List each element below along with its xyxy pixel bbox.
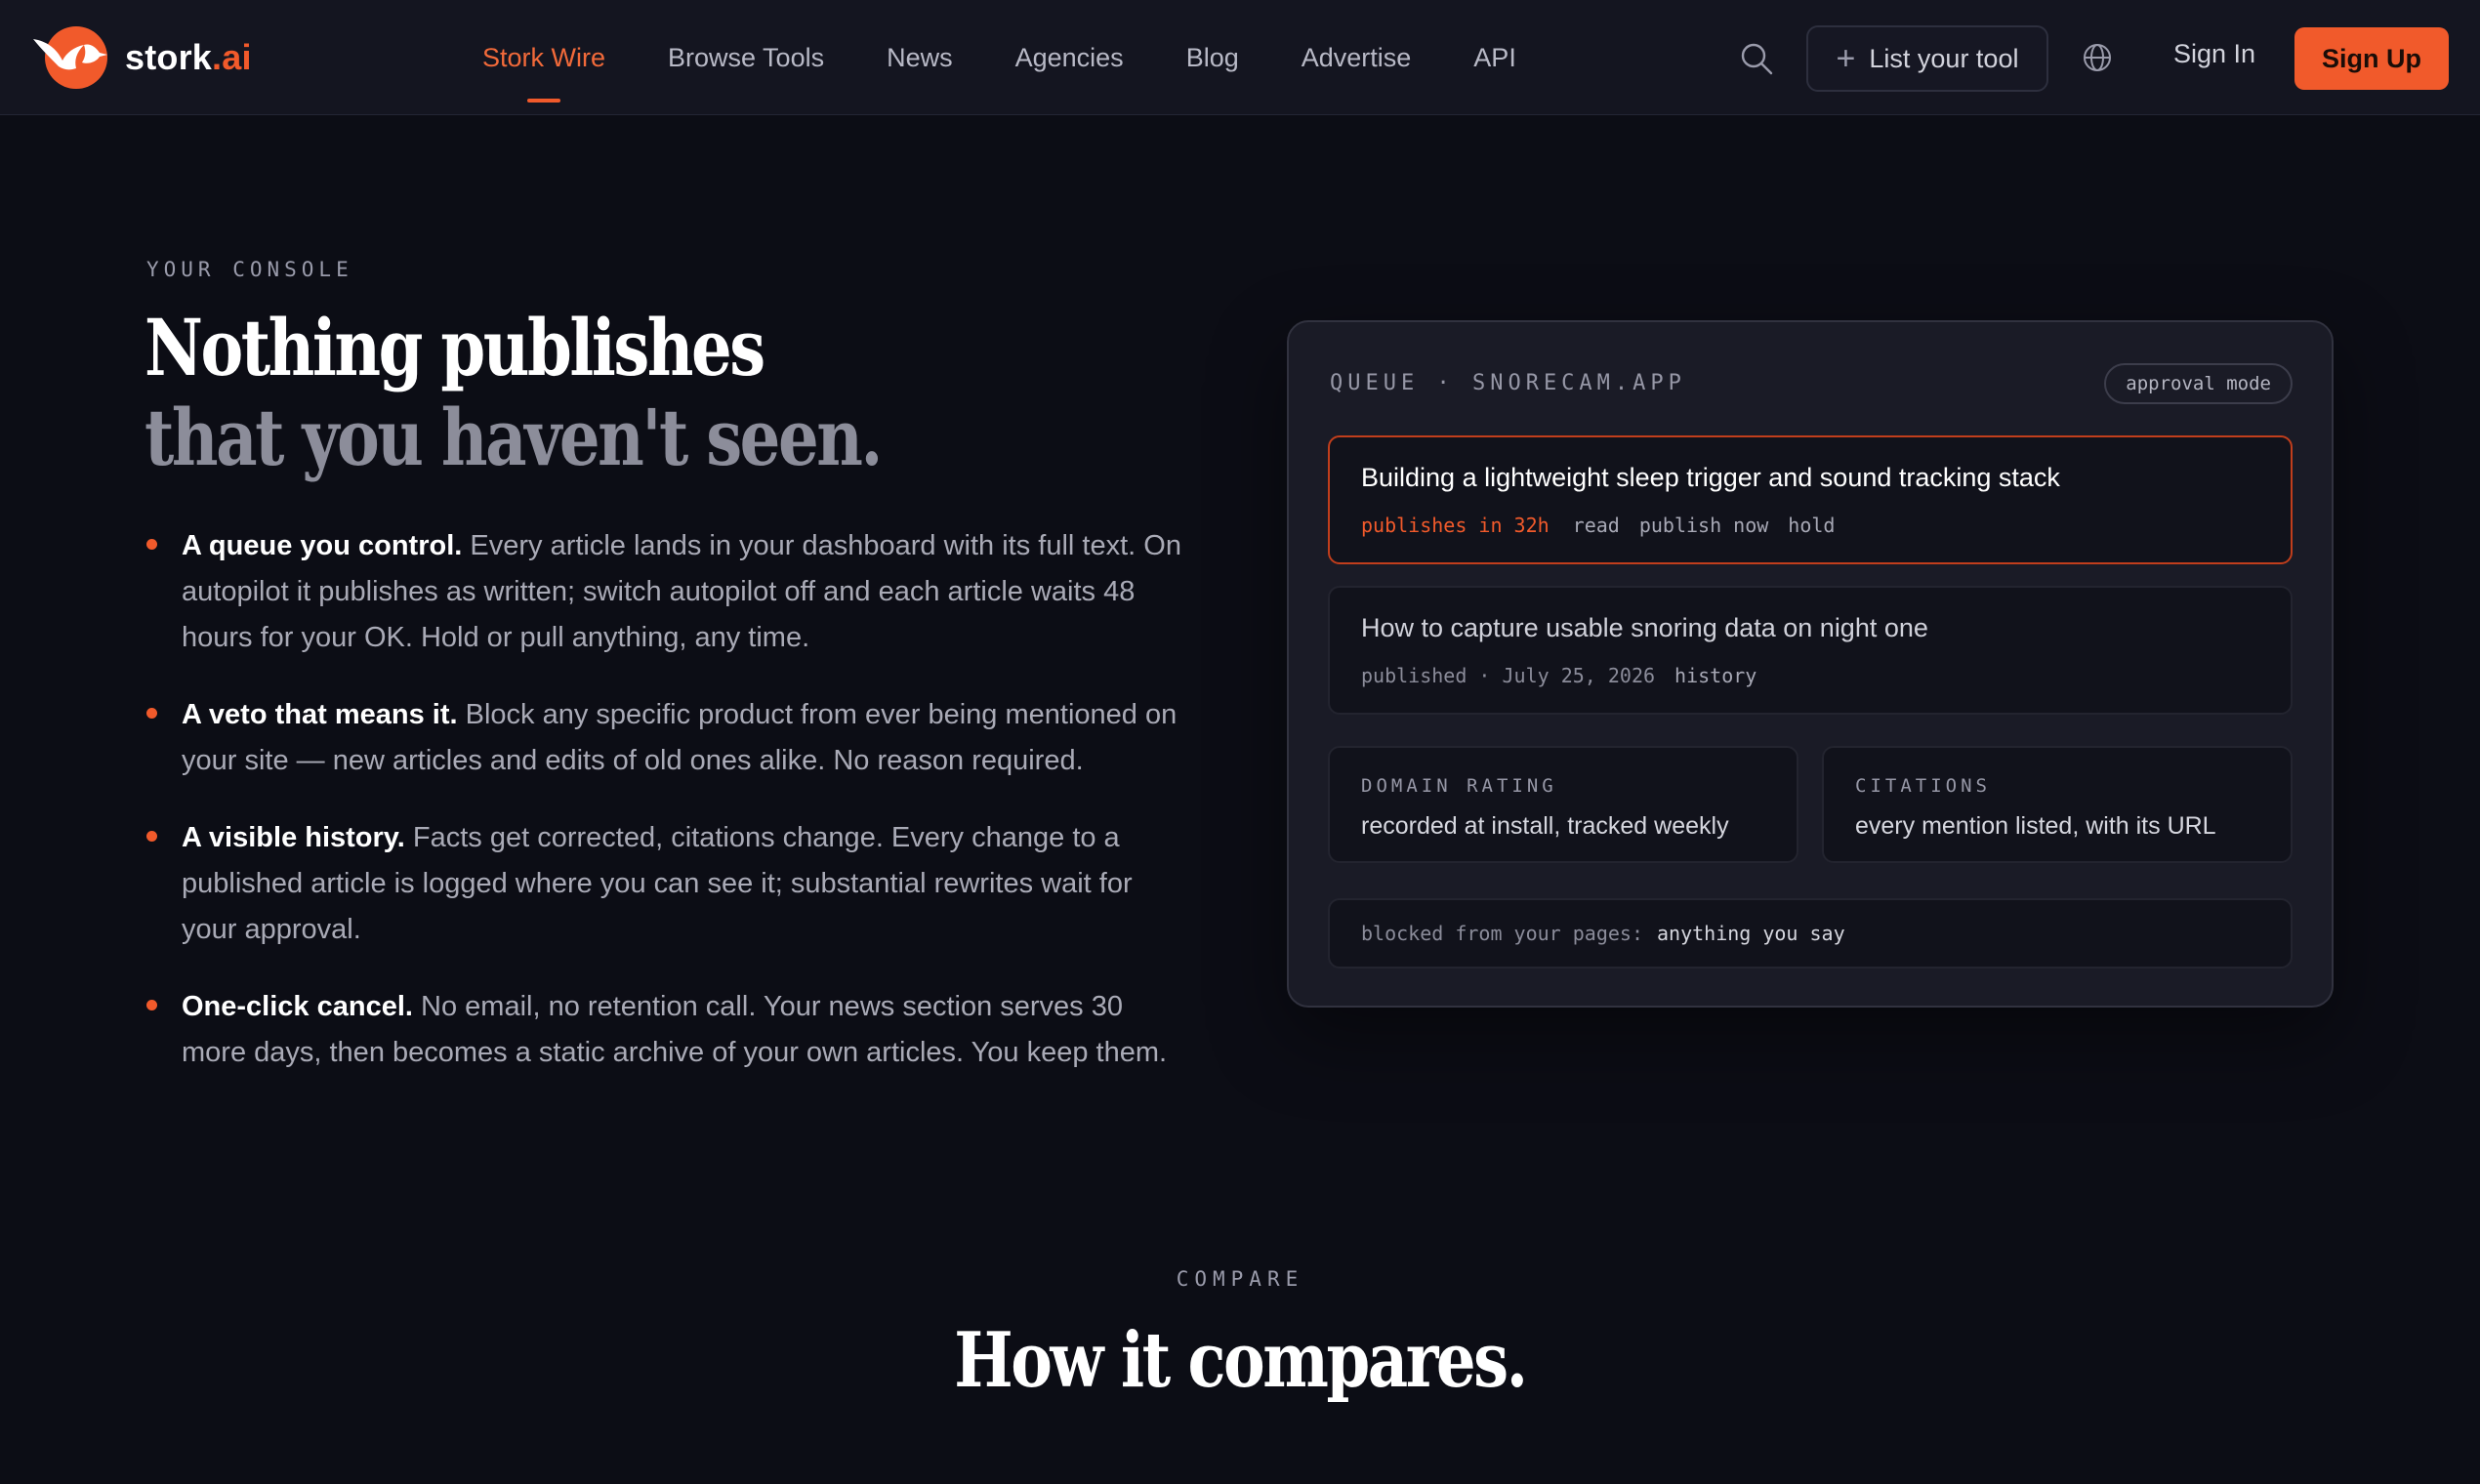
feature-item: A queue you control. Every article lands… [145, 523, 1194, 661]
main-nav: Stork Wire Browse Tools News Agencies Bl… [482, 0, 1579, 115]
compare-heading: How it compares. [0, 1316, 2480, 1405]
nav-link-stork-wire[interactable]: Stork Wire [482, 43, 605, 73]
stork-logo-icon [33, 26, 107, 89]
section-eyebrow: YOUR CONSOLE [146, 258, 353, 281]
plus-icon: + [1836, 40, 1856, 77]
feature-lead: A queue you control. [182, 530, 463, 561]
published-date: published · July 25, 2026 [1361, 664, 1656, 687]
search-icon[interactable] [1740, 42, 1773, 75]
compare-heading-text: How it compares. [954, 1316, 1528, 1405]
nav-link-blog[interactable]: Blog [1186, 43, 1239, 73]
domain-rating-panel: DOMAIN RATING recorded at install, track… [1328, 746, 1798, 863]
brand-logo[interactable]: stork.ai [31, 25, 252, 90]
queue-item-published[interactable]: How to capture usable snoring data on ni… [1328, 586, 2293, 715]
citations-panel: CITATIONS every mention listed, with its… [1822, 746, 2293, 863]
nav-link-api[interactable]: API [1473, 43, 1516, 73]
domain-rating-label: DOMAIN RATING [1361, 775, 1557, 797]
queue-header: QUEUE · SNORECAM.APP [1330, 371, 1686, 395]
list-your-tool-button[interactable]: + List your tool [1806, 25, 2048, 92]
nav-link-agencies[interactable]: Agencies [1015, 43, 1124, 73]
queue-item-meta: publishes in 32h read publish now hold [1361, 514, 1854, 537]
list-your-tool-label: List your tool [1869, 43, 2019, 73]
queue-item-pending[interactable]: Building a lightweight sleep trigger and… [1328, 435, 2293, 564]
sign-up-button[interactable]: Sign Up [2294, 27, 2449, 90]
feature-item: A visible history. Facts get corrected, … [145, 815, 1194, 953]
blocked-terms-panel: blocked from your pages: anything you say [1328, 898, 2293, 969]
queue-item-meta: published · July 25, 2026 history [1361, 664, 1776, 687]
blocked-label: blocked from your pages: [1361, 922, 1643, 945]
domain-rating-value: recorded at install, tracked weekly [1361, 812, 1729, 840]
feature-lead: A visible history. [182, 822, 405, 853]
approval-mode-badge: approval mode [2104, 363, 2293, 404]
brand-name: stork.ai [125, 37, 252, 77]
feature-lead: A veto that means it. [182, 699, 458, 730]
top-nav: stork.ai Stork Wire Browse Tools News Ag… [0, 0, 2480, 115]
globe-icon[interactable] [2082, 42, 2113, 73]
queue-item-title: Building a lightweight sleep trigger and… [1361, 463, 2060, 492]
queue-console-card: QUEUE · SNORECAM.APP approval mode Build… [1287, 320, 2334, 1008]
citations-value: every mention listed, with its URL [1855, 812, 2216, 840]
queue-item-title: How to capture usable snoring data on ni… [1361, 613, 1928, 642]
headline-line-2: that you haven't seen. [145, 392, 883, 483]
publish-countdown: publishes in 32h [1361, 514, 1550, 537]
hero-headline: Nothing publishes that you haven't seen. [145, 302, 883, 483]
hold-action[interactable]: hold [1788, 514, 1835, 537]
nav-link-advertise[interactable]: Advertise [1302, 43, 1412, 73]
history-action[interactable]: history [1674, 664, 1757, 687]
blocked-value: anything you say [1656, 922, 1845, 945]
feature-lead: One-click cancel. [182, 991, 413, 1022]
publish-now-action[interactable]: publish now [1639, 514, 1768, 537]
feature-item: One-click cancel. No email, no retention… [145, 984, 1194, 1076]
compare-eyebrow: COMPARE [1176, 1267, 1304, 1291]
feature-item: A veto that means it. Block any specific… [145, 692, 1194, 784]
nav-link-news[interactable]: News [887, 43, 953, 73]
citations-label: CITATIONS [1855, 775, 1991, 797]
read-action[interactable]: read [1573, 514, 1620, 537]
sign-in-link[interactable]: Sign In [2173, 39, 2255, 69]
headline-line-1: Nothing publishes [145, 302, 765, 393]
nav-link-browse-tools[interactable]: Browse Tools [668, 43, 824, 73]
feature-list: A queue you control. Every article lands… [145, 523, 1194, 1107]
